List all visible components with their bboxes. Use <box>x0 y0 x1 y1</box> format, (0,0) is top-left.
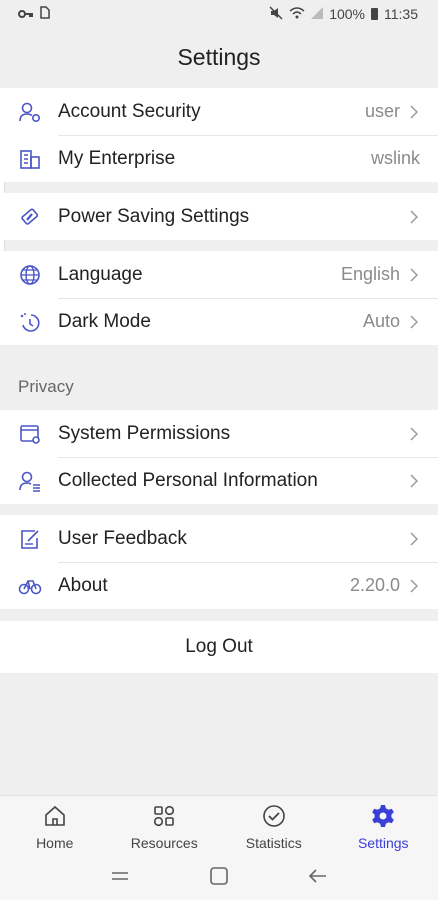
moon-icon <box>18 310 42 334</box>
about-group: User Feedback About 2.20.0 <box>0 515 438 609</box>
user-feedback-row[interactable]: User Feedback <box>0 515 438 562</box>
key-icon <box>18 6 34 22</box>
statistics-icon <box>262 804 286 831</box>
clock: 11:35 <box>384 6 418 22</box>
log-out-button[interactable]: Log Out <box>0 621 438 673</box>
battery-percent: 100% <box>329 6 365 22</box>
building-icon <box>18 147 42 171</box>
chevron-right-icon <box>410 473 420 489</box>
user-list-icon <box>18 469 42 493</box>
row-value: Auto <box>362 311 400 331</box>
row-label: Account Security <box>58 100 201 122</box>
power-group: Power Saving Settings <box>0 193 438 240</box>
mute-icon <box>269 5 283 23</box>
signal-icon <box>311 6 324 22</box>
chevron-right-icon <box>410 267 420 283</box>
chevron-right-icon <box>410 209 420 225</box>
privacy-section-title: Privacy <box>18 377 74 396</box>
battery-icon <box>18 205 42 229</box>
globe-icon <box>18 263 42 287</box>
tab-label: Home <box>36 834 74 851</box>
home-button-icon[interactable] <box>209 866 229 891</box>
language-row[interactable]: Language English <box>0 251 438 298</box>
resources-icon <box>152 804 176 831</box>
chevron-right-icon <box>410 426 420 442</box>
row-value: wslink <box>370 148 420 168</box>
row-label: System Permissions <box>58 422 231 444</box>
tab-settings[interactable]: Settings <box>329 796 438 858</box>
about-row[interactable]: About 2.20.0 <box>0 562 438 609</box>
tab-label: Resources <box>130 834 198 851</box>
bottom-tab-bar: Home Resources Statistics Settings <box>0 795 438 858</box>
row-label: My Enterprise <box>58 147 176 169</box>
chevron-right-icon <box>410 578 420 594</box>
row-label: Language <box>58 263 143 285</box>
wifi-icon <box>289 6 305 22</box>
user-shield-icon <box>18 100 42 124</box>
battery-status-icon <box>371 8 378 20</box>
row-label: User Feedback <box>58 527 187 549</box>
home-icon <box>43 804 67 831</box>
window-gear-icon <box>18 422 42 446</box>
tab-label: Settings <box>357 834 409 851</box>
row-value: 2.20.0 <box>349 575 400 595</box>
recent-apps-icon[interactable] <box>110 868 130 889</box>
page-title: Settings <box>177 43 261 70</box>
power-saving-row[interactable]: Power Saving Settings <box>0 193 438 240</box>
info-icon <box>18 574 42 598</box>
back-icon[interactable] <box>308 868 328 889</box>
chevron-right-icon <box>410 104 420 120</box>
row-label: Dark Mode <box>58 310 151 332</box>
settings-gear-icon <box>371 804 395 831</box>
sim-icon <box>40 6 50 22</box>
system-navigation-bar <box>0 857 438 900</box>
chevron-right-icon <box>410 314 420 330</box>
row-label: Power Saving Settings <box>58 205 250 227</box>
my-enterprise-row[interactable]: My Enterprise wslink <box>0 135 438 182</box>
status-bar: 100% 11:35 <box>0 0 438 28</box>
row-label: About <box>58 574 108 596</box>
system-permissions-row[interactable]: System Permissions <box>0 410 438 457</box>
feedback-icon <box>18 527 42 551</box>
tab-statistics[interactable]: Statistics <box>219 796 329 858</box>
row-value: English <box>340 264 400 284</box>
tab-label: Statistics <box>245 834 302 851</box>
tab-resources[interactable]: Resources <box>110 796 220 858</box>
display-group: Language English Dark Mode Auto <box>0 251 438 345</box>
chevron-right-icon <box>410 531 420 547</box>
tab-home[interactable]: Home <box>0 796 110 858</box>
row-value: user <box>364 101 400 121</box>
collected-personal-info-row[interactable]: Collected Personal Information <box>0 457 438 504</box>
row-label: Collected Personal Information <box>58 469 318 491</box>
account-security-row[interactable]: Account Security user <box>0 88 438 135</box>
account-group: Account Security user My Enterprise wsli… <box>0 88 438 182</box>
privacy-group: System Permissions Collected Personal In… <box>0 410 438 504</box>
dark-mode-row[interactable]: Dark Mode Auto <box>0 298 438 345</box>
